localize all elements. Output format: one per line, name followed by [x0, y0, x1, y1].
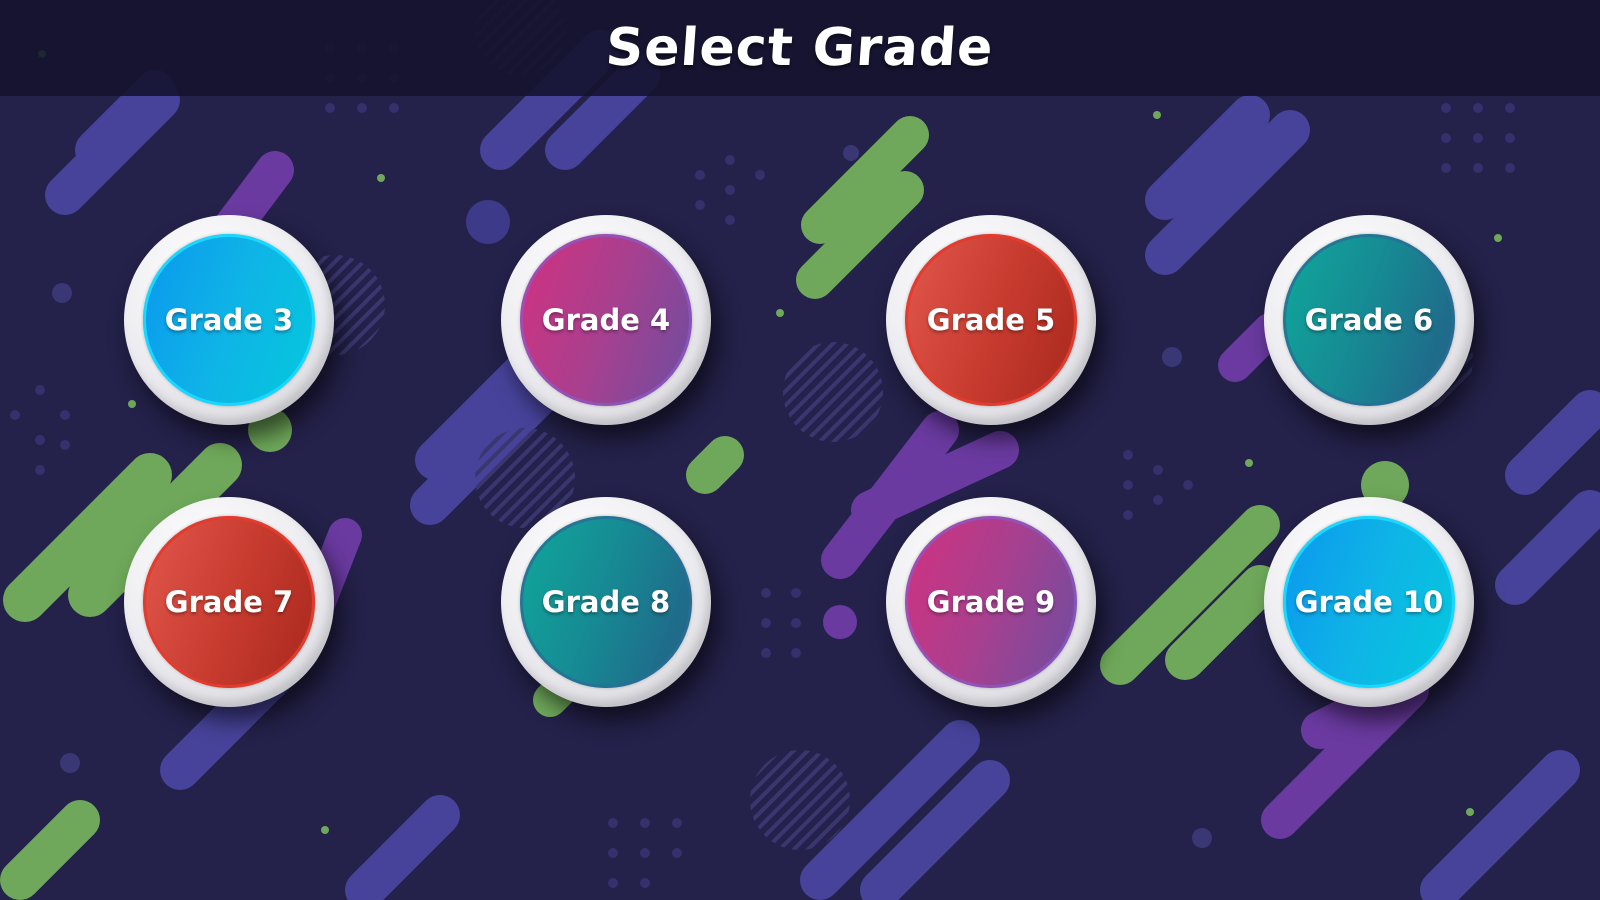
grade-3-button[interactable]: Grade 3 [124, 215, 334, 425]
grade-3-face: Grade 3 [143, 234, 315, 406]
grade-8-label: Grade 8 [541, 585, 671, 619]
grade-10-button[interactable]: Grade 10 [1264, 497, 1474, 707]
grade-4-label: Grade 4 [541, 303, 671, 337]
grade-6-face: Grade 6 [1283, 234, 1455, 406]
grade-7-label: Grade 7 [164, 585, 294, 619]
grade-3-label: Grade 3 [164, 303, 294, 337]
grade-5-button[interactable]: Grade 5 [886, 215, 1096, 425]
grade-9-label: Grade 9 [926, 585, 1056, 619]
grade-10-label: Grade 10 [1294, 585, 1444, 619]
grade-5-face: Grade 5 [905, 234, 1077, 406]
grade-4-face: Grade 4 [520, 234, 692, 406]
grade-5-label: Grade 5 [926, 303, 1056, 337]
decorative-background [0, 0, 1600, 900]
grade-10-face: Grade 10 [1283, 516, 1455, 688]
page-title: Select Grade [604, 18, 996, 78]
grade-6-label: Grade 6 [1304, 303, 1434, 337]
grade-9-button[interactable]: Grade 9 [886, 497, 1096, 707]
grade-4-button[interactable]: Grade 4 [501, 215, 711, 425]
header-bar: Select Grade [0, 0, 1600, 96]
grade-6-button[interactable]: Grade 6 [1264, 215, 1474, 425]
grade-9-face: Grade 9 [905, 516, 1077, 688]
grade-7-face: Grade 7 [143, 516, 315, 688]
grade-7-button[interactable]: Grade 7 [124, 497, 334, 707]
grade-8-face: Grade 8 [520, 516, 692, 688]
grade-select-screen: Select Grade Grade 3 Grade 4 Grade 5 Gra… [0, 0, 1600, 900]
grade-8-button[interactable]: Grade 8 [501, 497, 711, 707]
